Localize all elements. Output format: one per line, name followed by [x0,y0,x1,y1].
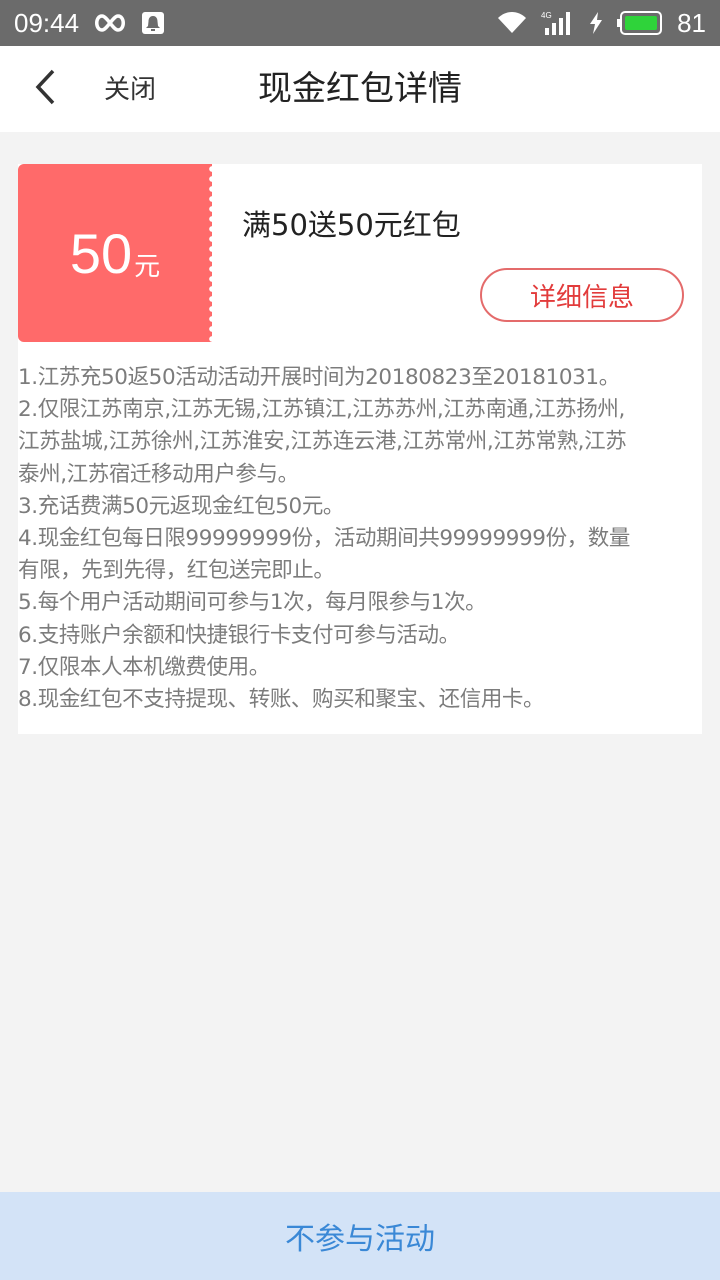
status-bar-right: 4G 81 [497,8,706,39]
detail-info-button[interactable]: 详细信息 [480,268,684,322]
battery-icon [617,11,663,35]
battery-level: 81 [677,7,706,38]
page-title: 现金红包详情 [258,69,462,109]
notification-icon [141,11,165,35]
rule-line: 江苏盐城,江苏徐州,江苏淮安,江苏连云港,江苏常州,江苏常熟,江苏 [18,429,627,455]
wifi-icon [497,11,527,35]
rule-line: 2.仅限江苏南京,江苏无锡,江苏镇江,江苏苏州,江苏南通,江苏扬州, [18,397,625,423]
status-bar-left: 09:44 [14,8,165,39]
rule-line: 1.江苏充50返50活动活动开展时间为20180823至20181031。 [18,365,620,390]
svg-text:4G: 4G [541,11,552,20]
status-bar: 09:44 4G 81 [0,0,720,46]
signal-4g-icon: 4G [541,10,575,36]
coupon-amount: 50 [69,221,133,285]
coupon-title: 满50送50元红包 [242,208,461,242]
rule-line: 8.现金红包不支持提现、转账、购买和聚宝、还信用卡。 [18,687,545,713]
coupon-badge: 50 元 [18,164,216,342]
rule-line: 有限，先到先得，红包送完即止。 [18,558,335,584]
rule-line: 5.每个用户活动期间可参与1次，每月限参与1次。 [18,590,487,616]
infinity-icon [93,13,127,33]
charging-icon [589,12,603,34]
coupon-card: 50 元 满50送50元红包 详细信息 1.江苏充50返50活动活动开展时间为2… [18,164,702,734]
rule-line: 4.现金红包每日限99999999份，活动期间共99999999份，数量 [18,526,630,552]
rules-text: 1.江苏充50返50活动活动开展时间为20180823至20181031。 2.… [18,362,702,716]
header: 关闭 现金红包详情 [0,46,720,132]
rule-line: 7.仅限本人本机缴费使用。 [18,654,270,680]
rule-line: 6.支持账户余额和快捷银行卡支付可参与活动。 [18,622,460,648]
coupon-unit: 元 [134,251,161,282]
rule-line: 3.充话费满50元返现金红包50元。 [18,493,345,519]
status-time: 09:44 [14,7,80,38]
rule-line: 泰州,江苏宿迁移动用户参与。 [18,461,299,487]
decline-activity-button[interactable]: 不参与活动 [0,1192,720,1280]
